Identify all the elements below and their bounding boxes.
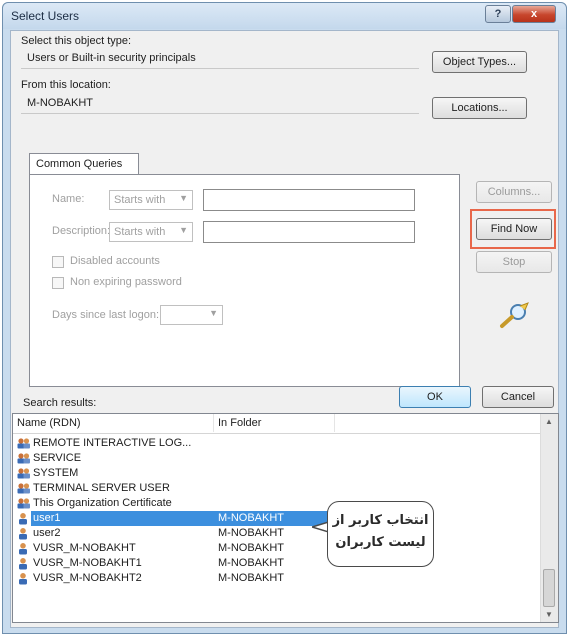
non-expiring-password-checkbox[interactable] <box>52 277 64 289</box>
table-row[interactable]: This Organization Certificate <box>13 496 533 511</box>
name-mode-select[interactable]: Starts with ▼ <box>109 190 193 210</box>
cancel-button[interactable]: Cancel <box>482 386 554 408</box>
row-name: This Organization Certificate <box>33 497 172 509</box>
user-icon <box>16 557 31 570</box>
columns-button[interactable]: Columns... <box>476 181 552 203</box>
row-name: VUSR_M-NOBAKHT2 <box>33 572 142 584</box>
row-folder: M-NOBAKHT <box>218 527 284 539</box>
table-row[interactable]: SYSTEM <box>13 466 533 481</box>
table-row[interactable]: VUSR_M-NOBAKHT2 M-NOBAKHT <box>13 571 533 586</box>
row-name: VUSR_M-NOBAKHT <box>33 542 136 554</box>
chevron-down-icon: ▼ <box>179 193 188 203</box>
column-header-folder[interactable]: In Folder <box>218 417 261 429</box>
find-now-button[interactable]: Find Now <box>476 218 552 240</box>
row-name: user1 <box>33 512 61 524</box>
location-label: From this location: <box>21 79 111 91</box>
callout-line-2: لیست کاربران <box>335 535 426 550</box>
scroll-down-icon[interactable]: ▼ <box>545 610 553 619</box>
common-queries-panel: Name: Starts with ▼ Description: Starts … <box>29 174 460 387</box>
name-label: Name: <box>52 193 85 205</box>
stop-button[interactable]: Stop <box>476 251 552 273</box>
close-button[interactable]: x <box>512 5 556 23</box>
table-row[interactable]: REMOTE INTERACTIVE LOG... <box>13 436 533 451</box>
user-icon <box>16 572 31 585</box>
table-row[interactable]: user2 M-NOBAKHT <box>13 526 533 541</box>
description-mode-select[interactable]: Starts with ▼ <box>109 222 193 242</box>
locations-button[interactable]: Locations... <box>432 97 527 119</box>
tab-common-queries[interactable]: Common Queries <box>29 153 139 175</box>
table-row[interactable]: VUSR_M-NOBAKHT M-NOBAKHT <box>13 541 533 556</box>
row-name: TERMINAL SERVER USER <box>33 482 170 494</box>
user-icon <box>16 512 31 525</box>
object-type-value: Users or Built-in security principals <box>21 49 419 69</box>
group-icon <box>16 437 31 450</box>
help-button[interactable]: ? <box>485 5 511 23</box>
object-types-button[interactable]: Object Types... <box>432 51 527 73</box>
location-value: M-NOBAKHT <box>21 94 419 114</box>
column-header-name[interactable]: Name (RDN) <box>17 417 81 429</box>
row-name: SERVICE <box>33 452 82 464</box>
search-results-label: Search results: <box>23 397 97 409</box>
column-divider[interactable] <box>334 414 335 432</box>
group-icon <box>16 467 31 480</box>
row-folder: M-NOBAKHT <box>218 557 284 569</box>
search-results-list[interactable]: Name (RDN) In Folder REMOTE INTERACTIVE … <box>12 413 559 623</box>
chevron-down-icon: ▼ <box>179 225 188 235</box>
description-input[interactable] <box>203 221 415 243</box>
days-since-logon-select[interactable]: ▼ <box>160 305 223 325</box>
name-input[interactable] <box>203 189 415 211</box>
window-title: Select Users <box>11 9 80 23</box>
chevron-down-icon: ▼ <box>209 308 218 318</box>
scroll-up-icon[interactable]: ▲ <box>545 417 553 426</box>
selection-highlight <box>31 511 336 526</box>
row-folder: M-NOBAKHT <box>218 572 284 584</box>
days-since-logon-label: Days since last logon: <box>52 309 159 321</box>
group-icon <box>16 497 31 510</box>
row-folder: M-NOBAKHT <box>218 512 284 524</box>
row-name: REMOTE INTERACTIVE LOG... <box>33 437 192 449</box>
row-name: user2 <box>33 527 61 539</box>
vertical-scrollbar[interactable]: ▲ ▼ <box>540 414 558 622</box>
disabled-accounts-checkbox[interactable] <box>52 256 64 268</box>
table-row[interactable]: SERVICE <box>13 451 533 466</box>
results-header: Name (RDN) In Folder <box>13 414 542 434</box>
row-folder: M-NOBAKHT <box>218 542 284 554</box>
object-type-label: Select this object type: <box>21 35 132 47</box>
scroll-thumb[interactable] <box>543 569 555 607</box>
user-icon <box>16 542 31 555</box>
group-icon <box>16 482 31 495</box>
description-mode-value: Starts with <box>114 226 166 238</box>
ok-button[interactable]: OK <box>399 386 471 408</box>
user-icon <box>16 527 31 540</box>
non-expiring-password-label: Non expiring password <box>70 276 182 288</box>
row-name: VUSR_M-NOBAKHT1 <box>33 557 142 569</box>
description-label: Description: <box>52 225 111 237</box>
row-name: SYSTEM <box>33 467 79 479</box>
table-row[interactable]: user1 M-NOBAKHT <box>13 511 533 526</box>
select-users-dialog: Select Users ? x Select this object type… <box>2 2 567 634</box>
column-divider[interactable] <box>213 414 214 432</box>
name-mode-value: Starts with <box>114 194 166 206</box>
search-animation-icon <box>500 302 529 328</box>
table-row[interactable]: TERMINAL SERVER USER <box>13 481 533 496</box>
group-icon <box>16 452 31 465</box>
annotation-callout: انتخاب کاربر از لیست کاربران <box>327 501 434 567</box>
callout-line-1: انتخاب کاربر از <box>332 513 429 528</box>
table-row[interactable]: VUSR_M-NOBAKHT1 M-NOBAKHT <box>13 556 533 571</box>
title-bar[interactable]: Select Users ? x <box>3 3 566 29</box>
disabled-accounts-label: Disabled accounts <box>70 255 160 267</box>
